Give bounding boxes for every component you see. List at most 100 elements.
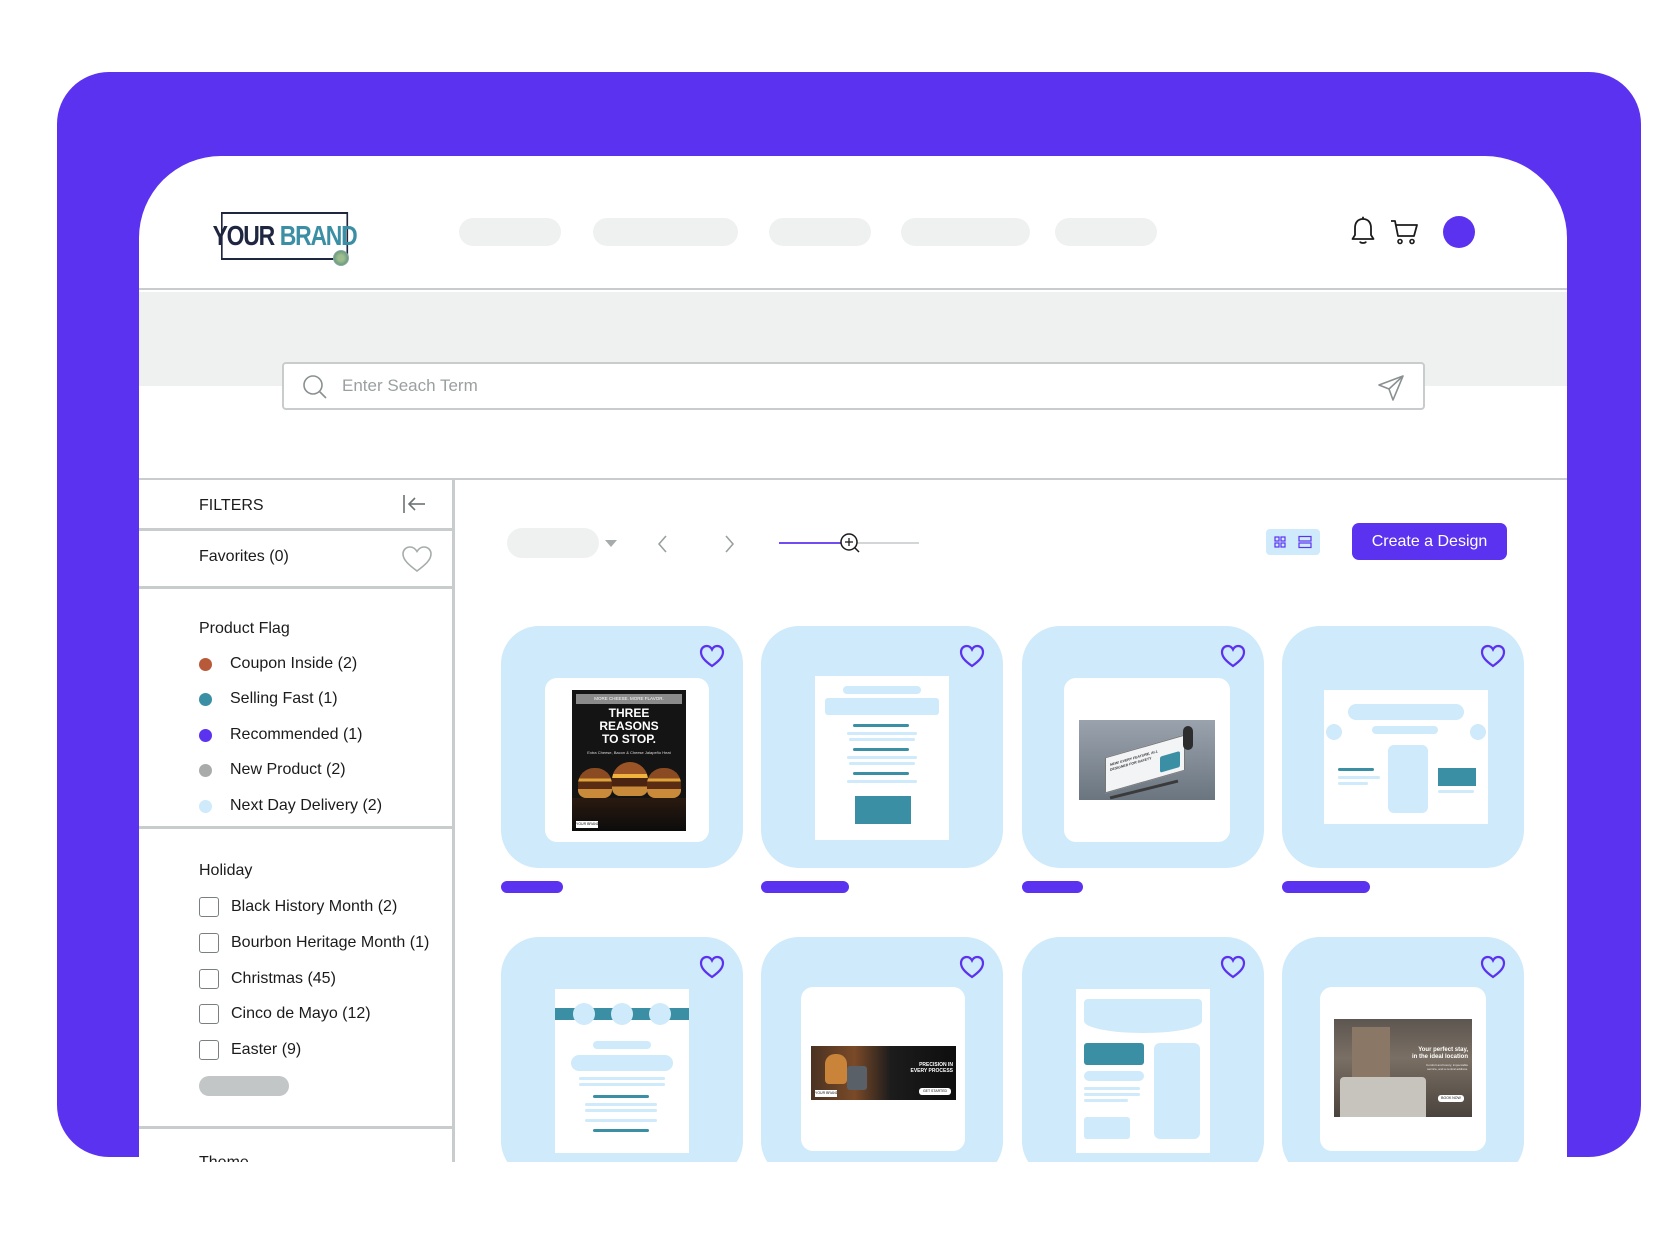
template-card[interactable] bbox=[1022, 937, 1264, 1162]
template-card[interactable] bbox=[501, 937, 743, 1162]
flag-next-day-delivery[interactable]: Next Day Delivery (2) bbox=[199, 795, 382, 817]
heart-icon[interactable] bbox=[1480, 644, 1506, 668]
placeholder-circle bbox=[1470, 724, 1486, 740]
text-line bbox=[847, 780, 917, 783]
text-line bbox=[585, 1103, 657, 1106]
flag-new-product[interactable]: New Product (2) bbox=[199, 759, 346, 781]
placeholder-block bbox=[1084, 1117, 1130, 1139]
text-line bbox=[1084, 1087, 1140, 1090]
flag-selling-fast[interactable]: Selling Fast (1) bbox=[199, 688, 338, 710]
banner-headline: PRECISION IN EVERY PROCESS bbox=[895, 1062, 953, 1074]
holiday-black-history-month[interactable]: Black History Month (2) bbox=[199, 896, 397, 918]
billboard-panel: NEW! EVERY FEATURE, ALL DESIGNED FOR SAF… bbox=[1105, 734, 1185, 794]
checkbox[interactable] bbox=[199, 1004, 219, 1024]
heart-icon[interactable] bbox=[1220, 644, 1246, 668]
favorites-heart-icon[interactable] bbox=[401, 545, 433, 573]
hotel-photo: Your perfect stay, in the ideal location… bbox=[1334, 1019, 1472, 1117]
chevron-down-icon[interactable] bbox=[605, 540, 617, 547]
chevron-right-icon[interactable] bbox=[719, 532, 739, 556]
template-card[interactable]: MORE CHEESE. MORE FLAVOR. THREE REASONS … bbox=[501, 626, 743, 868]
text-line bbox=[853, 748, 909, 751]
flag-coupon-inside[interactable]: Coupon Inside (2) bbox=[199, 653, 357, 675]
flag-dot bbox=[199, 692, 212, 706]
text-line bbox=[853, 772, 909, 775]
zoom-slider[interactable] bbox=[779, 528, 919, 558]
text-line bbox=[585, 1109, 657, 1112]
list-view-icon[interactable] bbox=[1298, 535, 1312, 549]
holiday-label: Christmas (45) bbox=[231, 970, 336, 987]
favorites-row[interactable]: Favorites (0) bbox=[139, 531, 452, 589]
nav-item-5[interactable] bbox=[1055, 218, 1157, 246]
text-line bbox=[853, 724, 909, 727]
search-input[interactable] bbox=[342, 372, 1342, 400]
template-card[interactable]: Your perfect stay, in the ideal location… bbox=[1282, 937, 1524, 1162]
view-toggle[interactable] bbox=[1266, 529, 1320, 555]
holiday-christmas[interactable]: Christmas (45) bbox=[199, 968, 336, 990]
placeholder-image bbox=[855, 796, 911, 824]
brand-logo-dot bbox=[333, 250, 349, 266]
collapse-sidebar-icon[interactable] bbox=[401, 492, 427, 516]
text-line bbox=[847, 756, 917, 759]
checkbox[interactable] bbox=[199, 897, 219, 917]
search-icon bbox=[303, 375, 327, 399]
heart-icon[interactable] bbox=[959, 644, 985, 668]
worker-figure bbox=[825, 1054, 847, 1084]
nav-item-3[interactable] bbox=[769, 218, 871, 246]
brand-logo[interactable]: YOUR BRAND bbox=[213, 212, 358, 260]
template-card[interactable]: NEW! EVERY FEATURE, ALL DESIGNED FOR SAF… bbox=[1022, 626, 1264, 868]
placeholder-block bbox=[593, 1041, 651, 1049]
hotel-headline-line: Your perfect stay, bbox=[1418, 1047, 1468, 1053]
heart-icon[interactable] bbox=[959, 955, 985, 979]
show-more-button[interactable] bbox=[199, 1076, 289, 1096]
placeholder-phone bbox=[1388, 745, 1428, 813]
text-line bbox=[579, 1077, 665, 1080]
template-card[interactable] bbox=[761, 626, 1003, 868]
create-design-button[interactable]: Create a Design bbox=[1352, 523, 1507, 560]
placeholder-circle bbox=[1326, 724, 1342, 740]
placeholder-circle bbox=[611, 1003, 633, 1025]
flyer-badge: YOUR BRAND bbox=[576, 821, 598, 828]
filters-title: FILTERS bbox=[199, 497, 264, 514]
heart-icon[interactable] bbox=[699, 644, 725, 668]
checkbox[interactable] bbox=[199, 933, 219, 953]
nav-item-1[interactable] bbox=[459, 218, 561, 246]
banner-headline-line: EVERY PROCESS bbox=[910, 1068, 953, 1074]
flag-label: New Product (2) bbox=[230, 761, 346, 778]
checkbox[interactable] bbox=[199, 1040, 219, 1060]
text-line bbox=[1438, 790, 1474, 793]
placeholder-block bbox=[1084, 1071, 1144, 1081]
flag-dot bbox=[199, 763, 212, 777]
burger-flyer: MORE CHEESE. MORE FLAVOR. THREE REASONS … bbox=[572, 690, 686, 831]
chevron-left-icon[interactable] bbox=[653, 532, 673, 556]
text-line bbox=[1084, 1093, 1140, 1096]
placeholder-image bbox=[1438, 768, 1476, 786]
cart-icon[interactable] bbox=[1389, 218, 1419, 246]
send-icon[interactable] bbox=[1377, 374, 1405, 402]
flyer-subtext: Extra Cheese, Bacon & Cheese Jalapeño He… bbox=[587, 750, 671, 755]
holiday-label: Cinco de Mayo (12) bbox=[231, 1005, 371, 1022]
heart-icon[interactable] bbox=[699, 955, 725, 979]
template-thumbnail: MORE CHEESE. MORE FLAVOR. THREE REASONS … bbox=[545, 678, 709, 842]
flag-recommended[interactable]: Recommended (1) bbox=[199, 724, 363, 746]
nav-item-4[interactable] bbox=[901, 218, 1030, 246]
brand-word-1: YOUR bbox=[212, 220, 276, 251]
heart-icon[interactable] bbox=[1480, 955, 1506, 979]
placeholder-header bbox=[1084, 999, 1202, 1033]
nav-item-2[interactable] bbox=[593, 218, 738, 246]
holiday-cinco-de-mayo[interactable]: Cinco de Mayo (12) bbox=[199, 1003, 371, 1025]
holiday-bourbon-heritage-month[interactable]: Bourbon Heritage Month (1) bbox=[199, 932, 429, 954]
sort-dropdown[interactable] bbox=[507, 528, 599, 558]
template-card[interactable] bbox=[1282, 626, 1524, 868]
template-card[interactable]: PRECISION IN EVERY PROCESS GET STARTED Y… bbox=[761, 937, 1003, 1162]
grid-view-icon[interactable] bbox=[1274, 536, 1286, 548]
flag-dot bbox=[199, 657, 212, 671]
bell-icon[interactable] bbox=[1350, 216, 1376, 246]
filters-sidebar: FILTERS Favorites (0) Product Flag Coupo… bbox=[139, 480, 455, 1162]
checkbox[interactable] bbox=[199, 969, 219, 989]
text-line bbox=[849, 762, 915, 765]
holiday-easter[interactable]: Easter (9) bbox=[199, 1039, 301, 1061]
search-bar[interactable] bbox=[282, 362, 1425, 410]
flag-label: Coupon Inside (2) bbox=[230, 655, 358, 672]
avatar[interactable] bbox=[1443, 216, 1475, 248]
heart-icon[interactable] bbox=[1220, 955, 1246, 979]
